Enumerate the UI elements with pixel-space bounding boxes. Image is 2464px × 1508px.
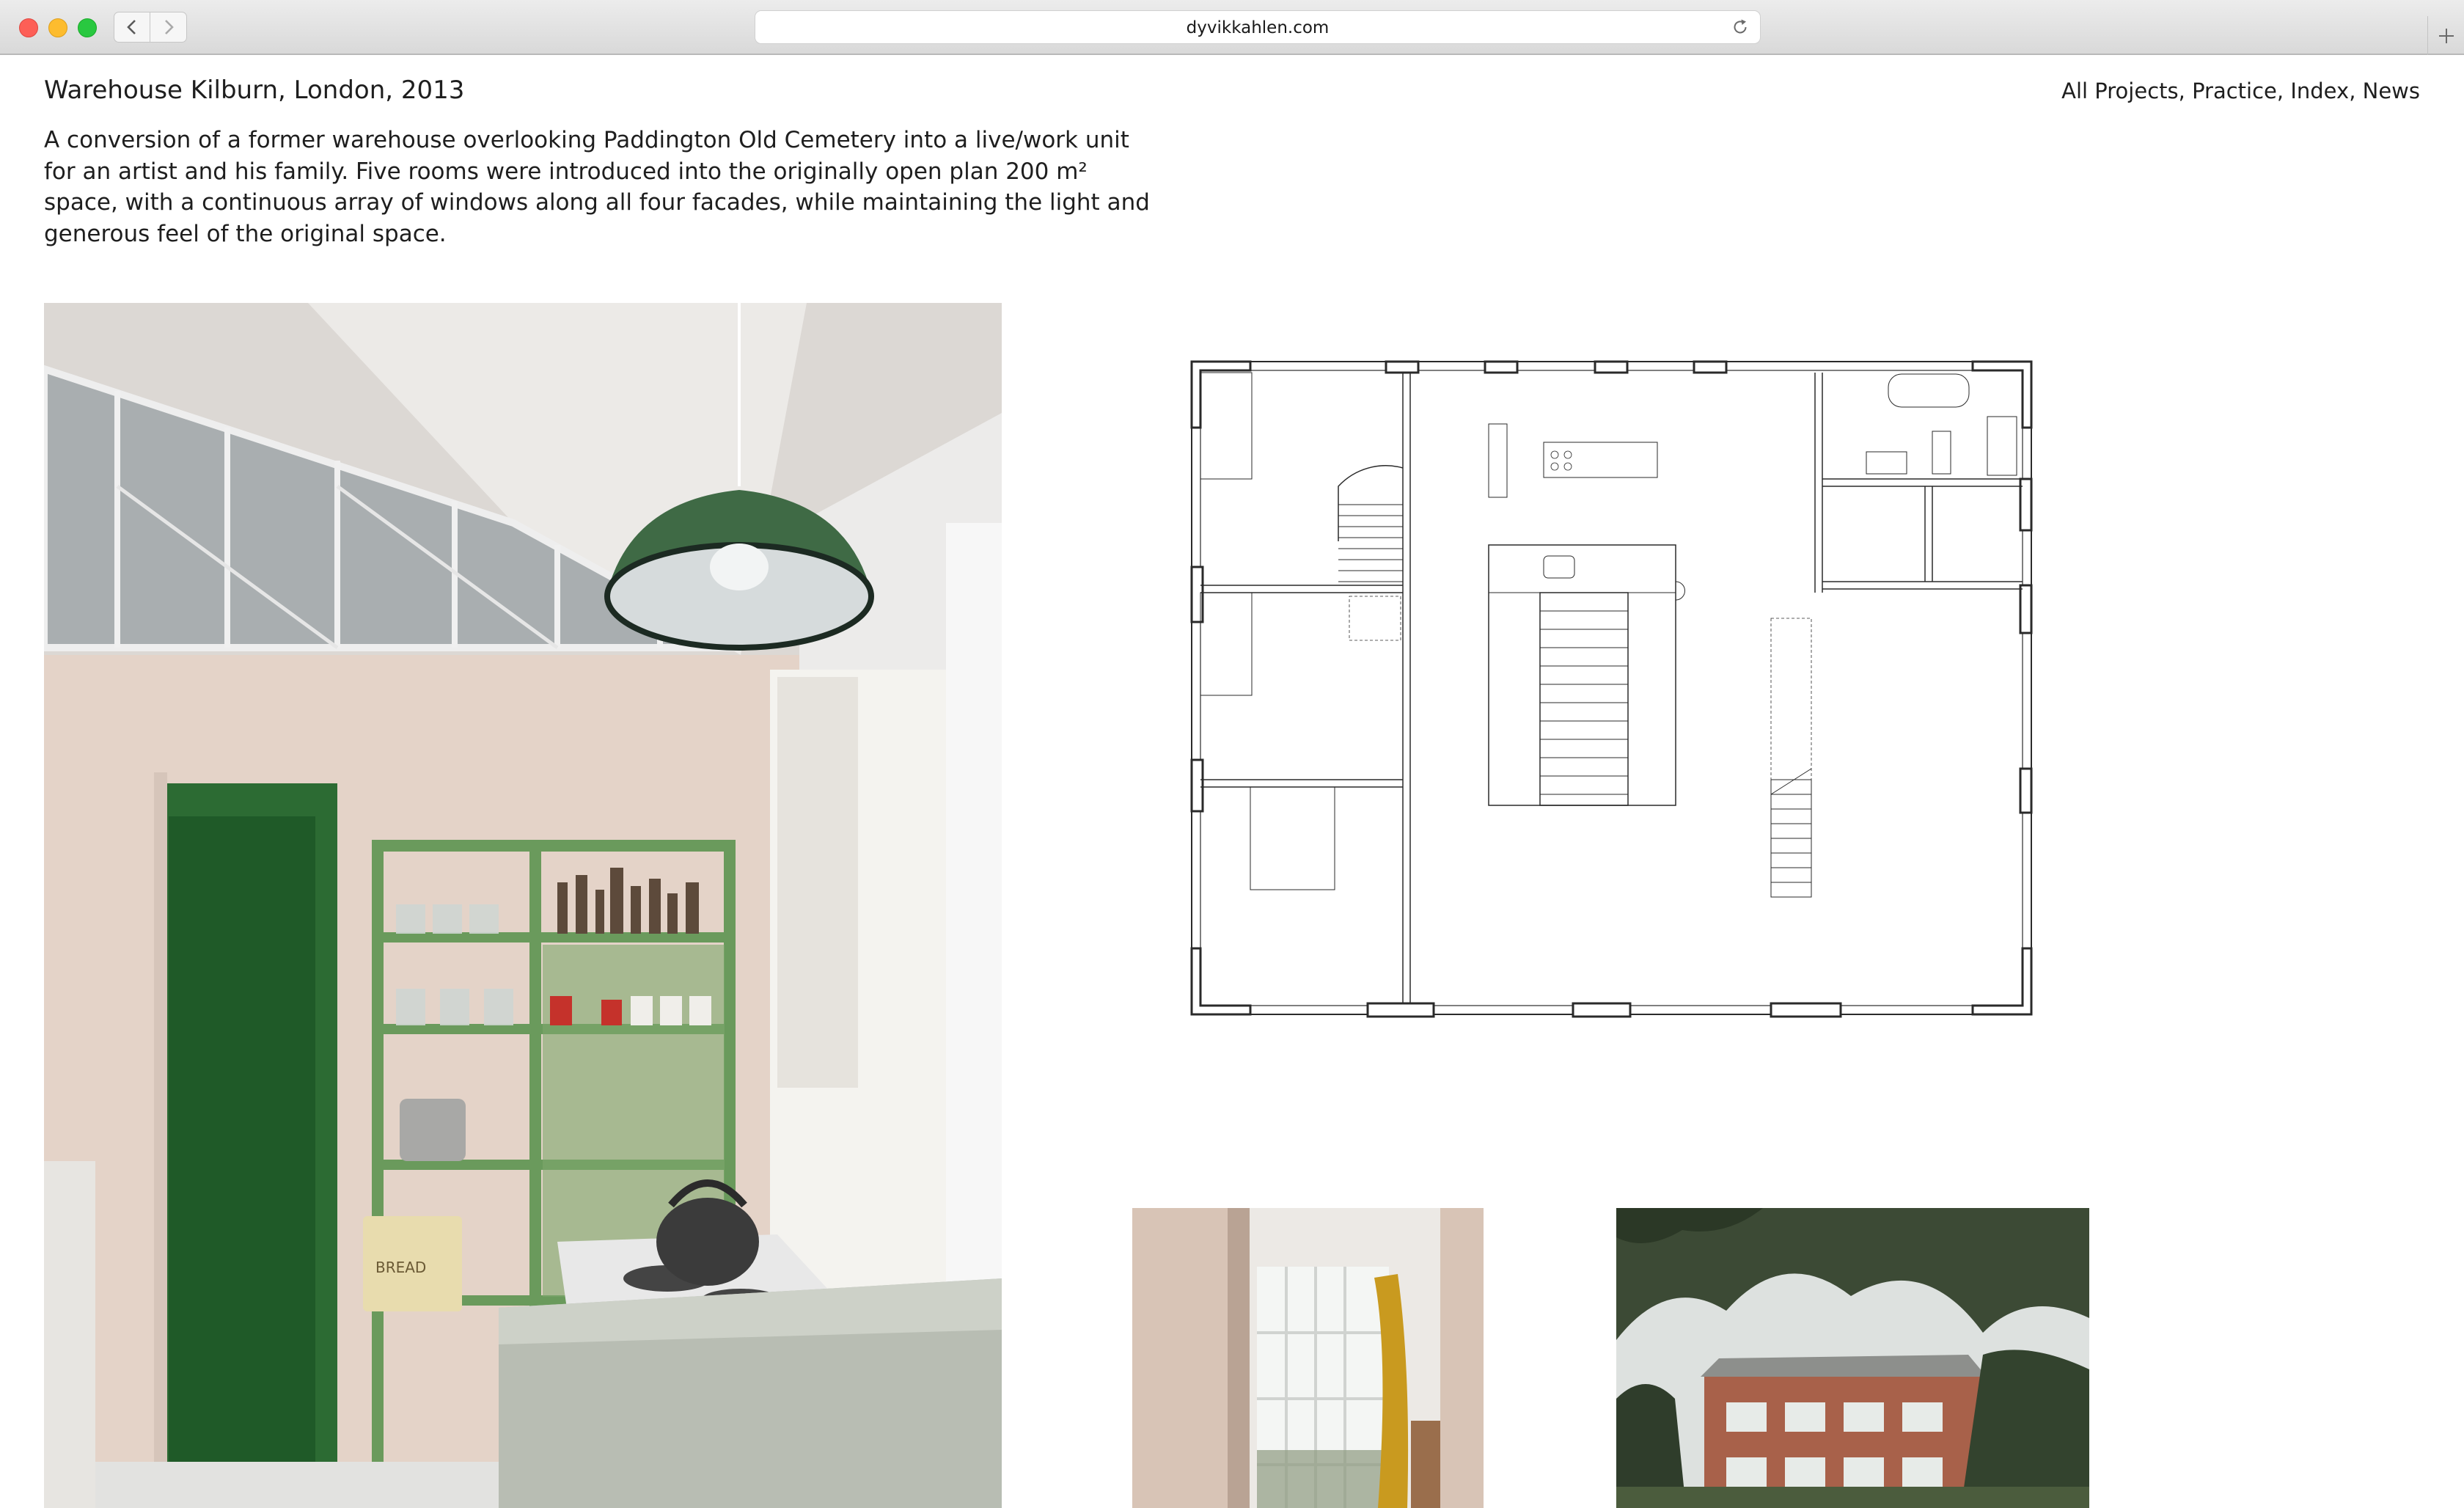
- nav-all-projects[interactable]: All Projects: [2061, 78, 2179, 103]
- forward-button[interactable]: [150, 12, 187, 43]
- zoom-window-button[interactable]: [78, 18, 97, 37]
- nav-separator: ,: [2349, 78, 2363, 103]
- exterior-photo-drawing: [1616, 1208, 2089, 1508]
- close-window-button[interactable]: [19, 18, 38, 37]
- plus-icon: [2438, 28, 2454, 43]
- url-text: dyvikkahlen.com: [1186, 18, 1330, 37]
- nav-practice[interactable]: Practice: [2192, 78, 2277, 103]
- new-tab-button[interactable]: [2427, 16, 2464, 55]
- exterior-building-photo[interactable]: [1616, 1208, 2089, 1508]
- project-description: A conversion of a former warehouse overl…: [44, 127, 1150, 247]
- window-photo-drawing: [1132, 1208, 1484, 1508]
- floor-plan-svg: [1190, 360, 2033, 1018]
- window-interior-photo[interactable]: [1132, 1208, 1484, 1508]
- svg-text:BREAD: BREAD: [375, 1259, 426, 1276]
- page-title: Warehouse Kilburn, London, 2013: [44, 76, 465, 105]
- nav-separator: ,: [2276, 78, 2291, 103]
- reload-icon[interactable]: [1731, 18, 1750, 37]
- kitchen-interior-photo[interactable]: BREAD: [44, 303, 1002, 1508]
- minimize-window-button[interactable]: [48, 18, 67, 37]
- address-bar[interactable]: dyvikkahlen.com: [755, 10, 1761, 44]
- chevron-right-icon: [164, 20, 174, 34]
- nav-index[interactable]: Index: [2290, 78, 2349, 103]
- browser-toolbar: dyvikkahlen.com: [0, 0, 2464, 55]
- kitchen-photo-drawing: BREAD: [44, 303, 1002, 1508]
- nav-news[interactable]: News: [2363, 78, 2420, 103]
- site-navigation: All Projects, Practice, Index, News: [2061, 78, 2420, 103]
- nav-separator: ,: [2178, 78, 2193, 103]
- back-button[interactable]: [114, 12, 150, 43]
- floor-plan-drawing[interactable]: [1184, 358, 2035, 1022]
- chevron-left-icon: [127, 20, 136, 34]
